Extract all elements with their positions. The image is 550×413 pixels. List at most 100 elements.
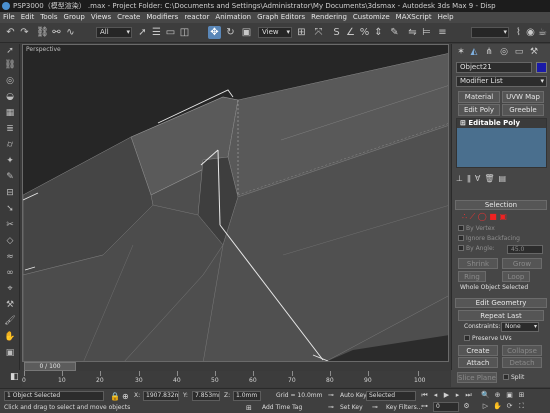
modify-tab-icon[interactable]: ◭ [468, 46, 480, 58]
key-mode-dropdown[interactable]: Selected [366, 391, 416, 401]
grid-icon[interactable]: ▦ [4, 108, 16, 119]
pan-icon[interactable]: ✋ [493, 402, 502, 411]
snaps-toggle-icon[interactable]: S [330, 26, 343, 39]
time-tag-icon[interactable]: ⊞ [246, 404, 252, 412]
menu-maxscript[interactable]: MAXScript [393, 12, 435, 23]
edge-icon[interactable]: ⟋ [470, 212, 476, 221]
key-mode-toggle-icon[interactable]: ⊶ [420, 402, 429, 411]
element-icon[interactable]: ▣ [499, 212, 507, 221]
split-checkbox[interactable]: Split [503, 374, 524, 381]
ring-button[interactable]: Ring [458, 271, 486, 282]
menu-file[interactable]: File [0, 12, 18, 23]
menu-modifiers[interactable]: Modifiers [143, 12, 181, 23]
time-slider[interactable]: 0 / 100 [24, 362, 76, 371]
bind-space-warp-icon[interactable]: ∿ [64, 26, 77, 39]
object-name-field[interactable]: Object21 [456, 62, 532, 73]
add-time-tag-button[interactable]: Add Time Tag [262, 404, 302, 411]
menu-help[interactable]: Help [435, 12, 457, 23]
create-button[interactable]: Create [458, 345, 498, 356]
key-mode-icon[interactable]: ⊸ [328, 391, 334, 399]
detach-button[interactable]: Detach [502, 357, 542, 368]
reference-coordinate-dropdown[interactable]: View [258, 27, 292, 38]
remove-modifier-icon[interactable]: 🗑 [484, 174, 498, 183]
lock-selection-icon[interactable]: 🔒 [110, 392, 120, 401]
key-filters-button[interactable]: Key Filters... [386, 404, 423, 411]
select-and-rotate-icon[interactable]: ↻ [224, 26, 237, 39]
redo-icon[interactable]: ↷ [18, 26, 31, 39]
polygon-icon[interactable]: ■ [489, 212, 497, 221]
stack-item-editable-poly[interactable]: ⊞ Editable Poly [457, 119, 546, 128]
zoom-all-icon[interactable]: ⊕ [493, 391, 502, 400]
pin-stack-icon[interactable]: ⊥ [456, 174, 467, 183]
auto-key-button[interactable]: Auto Key [340, 392, 367, 399]
render-icon[interactable]: ☕ [536, 26, 549, 39]
utilities-tab-icon[interactable]: ⚒ [528, 46, 540, 58]
tube-icon[interactable]: ⊟ [4, 188, 16, 199]
by-angle-checkbox[interactable]: By Angle: [458, 245, 495, 252]
display-tab-icon[interactable]: ▭ [513, 46, 525, 58]
arc-rotate-icon[interactable]: ⟳ [505, 402, 514, 411]
collapse-button[interactable]: Collapse [502, 345, 542, 356]
menu-customize[interactable]: Customize [350, 12, 393, 23]
field-of-view-icon[interactable]: ▷ [481, 402, 490, 411]
maximize-viewport-icon[interactable]: ⛶ [517, 402, 526, 411]
zoom-extents-icon[interactable]: ▣ [505, 391, 514, 400]
menu-create[interactable]: Create [114, 12, 143, 23]
ignore-backfacing-checkbox[interactable]: Ignore Backfacing [458, 235, 520, 242]
angle-spinner[interactable]: 45.0 [507, 245, 543, 254]
selection-rollout-header[interactable]: Selection [455, 200, 547, 210]
make-unique-icon[interactable]: ∀ [475, 174, 484, 183]
layers-icon[interactable]: ≣ [4, 124, 16, 135]
spinner-snap-icon[interactable]: ⇕ [372, 26, 385, 39]
select-object-icon[interactable]: ➚ [136, 26, 149, 39]
edit-poly-button[interactable]: Edit Poly [458, 104, 500, 116]
cube-icon[interactable]: ▣ [4, 348, 16, 359]
motion-tab-icon[interactable]: ◎ [498, 46, 510, 58]
configure-sets-icon[interactable]: ▤ [499, 174, 511, 183]
mirror-icon[interactable]: ⇋ [406, 26, 419, 39]
material-button[interactable]: Material [458, 91, 500, 103]
loop-icon[interactable]: ∞ [4, 268, 16, 279]
menu-group[interactable]: Group [61, 12, 88, 23]
edit-named-selection-icon[interactable]: ✎ [388, 26, 401, 39]
menu-graph-editors[interactable]: Graph Editors [254, 12, 308, 23]
unlink-icon[interactable]: ⚯ [50, 26, 63, 39]
slice-plane-button[interactable]: Slice Plane [457, 372, 497, 383]
repeat-last-button[interactable]: Repeat Last [458, 310, 544, 321]
menu-rendering[interactable]: Rendering [308, 12, 350, 23]
hierarchy-tab-icon[interactable]: ⋔ [483, 46, 495, 58]
modifier-stack[interactable]: ⊞ Editable Poly [456, 118, 547, 168]
menu-edit[interactable]: Edit [18, 12, 38, 23]
edit-geometry-rollout-header[interactable]: Edit Geometry [455, 298, 547, 308]
key-filter-icon[interactable]: ⊸ [372, 403, 378, 411]
play-icon[interactable]: ▶ [442, 391, 451, 400]
next-frame-icon[interactable]: ▸ [453, 391, 462, 400]
arrow-icon[interactable]: ➘ [4, 204, 16, 215]
menu-animation[interactable]: Animation [212, 12, 254, 23]
viewport-label[interactable]: Perspective [26, 46, 61, 53]
shrink-button[interactable]: Shrink [458, 258, 498, 269]
preserve-uvs-checkbox[interactable]: Preserve UVs [464, 335, 512, 342]
timeline-ruler[interactable]: 0 10 20 30 40 50 60 70 80 90 100 [22, 371, 450, 387]
select-by-name-icon[interactable]: ☰ [150, 26, 163, 39]
constraints-dropdown[interactable]: None ▾ [501, 322, 539, 332]
named-selection-dropdown[interactable] [471, 27, 509, 38]
z-coordinate-field[interactable]: 1.0mm [233, 391, 261, 401]
current-frame-field[interactable]: 0 [433, 402, 459, 412]
cylinder-icon[interactable]: ⌭ [4, 140, 16, 151]
cursor-icon[interactable]: ➚ [4, 46, 16, 57]
show-end-result-icon[interactable]: ǁ [467, 174, 475, 183]
rect-selection-icon[interactable]: ▭ [164, 26, 177, 39]
vertex-icon[interactable]: ∴ [462, 212, 467, 221]
modifier-list-dropdown[interactable]: Modifier List ▾ [456, 76, 547, 87]
absolute-mode-icon[interactable]: ⊕ [122, 392, 129, 401]
manipulate-icon[interactable]: ⤧ [312, 26, 325, 39]
loop-button[interactable]: Loop [502, 271, 530, 282]
teapot-icon[interactable]: ◒ [4, 92, 16, 103]
align-icon[interactable]: ⊨ [420, 26, 433, 39]
link-icon[interactable]: ⛓ [4, 60, 16, 71]
menu-views[interactable]: Views [88, 12, 114, 23]
shapes-icon[interactable]: ◇ [4, 236, 16, 247]
time-slider-left-icon[interactable]: ◧ [10, 372, 19, 382]
percent-snap-icon[interactable]: % [358, 26, 371, 39]
